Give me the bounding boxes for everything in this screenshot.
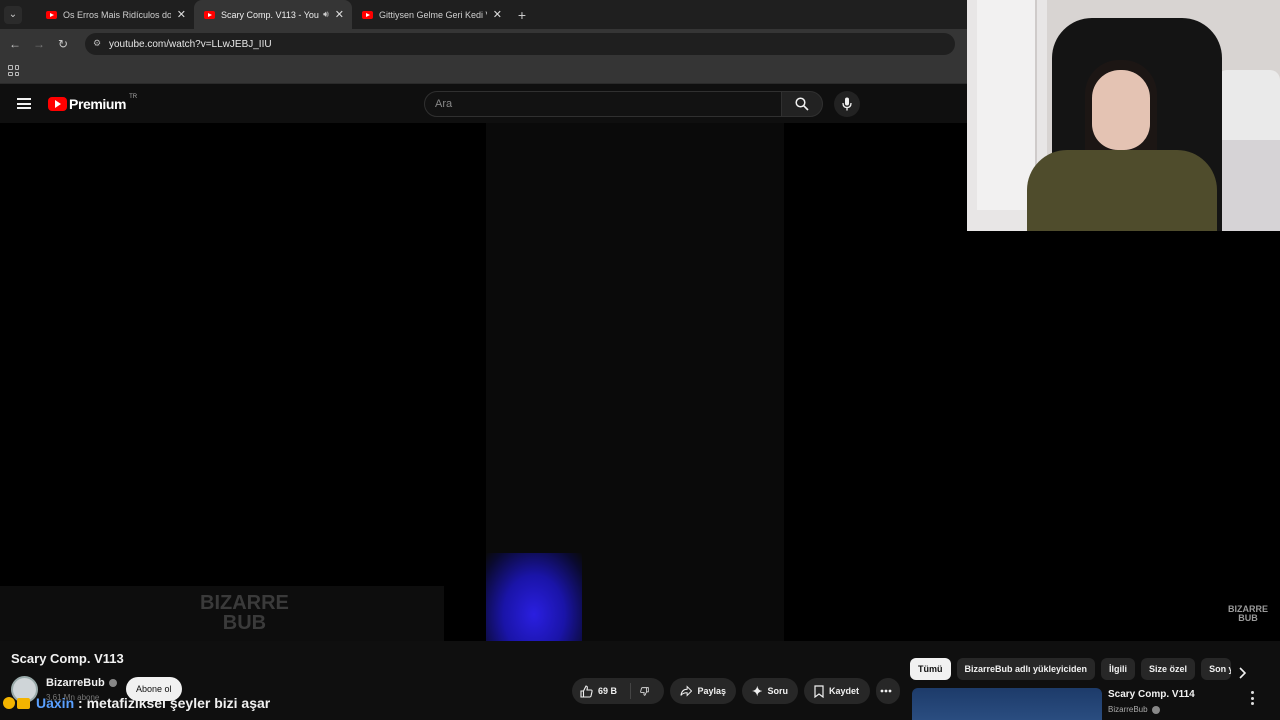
microphone-icon bbox=[842, 97, 852, 111]
share-arrow-icon bbox=[680, 685, 693, 697]
reload-icon[interactable]: ↻ bbox=[51, 37, 75, 51]
search-placeholder: Ara bbox=[435, 98, 453, 110]
exclamation-emoji-icon bbox=[3, 697, 15, 709]
bookmark-icon bbox=[814, 684, 824, 698]
chat-message-text: metafiziksel şeyler bizi aşar bbox=[86, 695, 271, 711]
like-count: 69 B bbox=[598, 686, 618, 696]
menu-hamburger-icon[interactable] bbox=[17, 98, 31, 109]
recommended-video-thumbnail[interactable] bbox=[912, 688, 1102, 720]
browser-tab-1[interactable]: Os Erros Mais Ridículos dos Tra ✕ bbox=[36, 0, 194, 29]
chat-separator: : bbox=[74, 695, 87, 711]
share-button[interactable]: Paylaş bbox=[670, 678, 736, 704]
channel-watermark-corner[interactable]: BIZARRE BUB bbox=[1228, 605, 1268, 623]
channel-watermark: BIZARRE BUB bbox=[200, 592, 289, 634]
recommendation-filter-chips: Tümü BizarreBub adlı yükleyiciden İlgili… bbox=[910, 657, 1270, 681]
browser-tab-3[interactable]: Gittiysen Gelme Geri Kedi Versi ✕ bbox=[352, 0, 510, 29]
browser-tab-2[interactable]: Scary Comp. V113 - YouTub 🔊︎ ✕ bbox=[194, 0, 352, 29]
address-bar[interactable]: ⚙ youtube.com/watch?v=LLwJEBJ_IIU bbox=[85, 33, 955, 55]
url-text: youtube.com/watch?v=LLwJEBJ_IIU bbox=[109, 38, 272, 50]
webcam-overlay bbox=[967, 0, 1280, 231]
youtube-favicon-icon bbox=[204, 10, 215, 19]
youtube-premium-logo[interactable]: Premium TR bbox=[48, 94, 138, 112]
youtube-favicon-icon bbox=[362, 10, 373, 19]
recommended-more-vertical-icon[interactable] bbox=[1246, 691, 1258, 705]
dislike-button[interactable] bbox=[630, 678, 664, 704]
chip-all[interactable]: Tümü bbox=[910, 658, 951, 680]
channel-name-text: BizarreBub bbox=[46, 677, 105, 689]
tab-close-icon[interactable]: ✕ bbox=[335, 8, 344, 21]
recommended-video-channel[interactable]: BizarreBub bbox=[1108, 705, 1160, 714]
search-button[interactable] bbox=[781, 91, 823, 117]
site-info-icon[interactable]: ⚙ bbox=[91, 38, 103, 50]
audio-playing-icon[interactable]: 🔊︎ bbox=[323, 9, 329, 20]
tab-title: Gittiysen Gelme Geri Kedi Versi bbox=[379, 9, 487, 20]
verified-badge-icon bbox=[108, 679, 117, 688]
share-label: Paylaş bbox=[697, 686, 726, 696]
chip-recent[interactable]: Son y bbox=[1201, 658, 1232, 680]
chat-username: Uaxin bbox=[36, 695, 75, 711]
thumbs-up-icon bbox=[580, 684, 593, 698]
video-title: Scary Comp. V113 bbox=[11, 651, 124, 666]
logo-text: Premium bbox=[69, 96, 127, 112]
video-blue-glow bbox=[486, 553, 582, 641]
youtube-favicon-icon bbox=[46, 10, 57, 19]
region-code: TR bbox=[129, 94, 138, 100]
chip-related[interactable]: İlgili bbox=[1101, 658, 1136, 680]
save-label: Kaydet bbox=[829, 686, 860, 696]
tab-search-icon[interactable]: ⌄ bbox=[4, 5, 22, 24]
recommended-channel-text: BizarreBub bbox=[1108, 705, 1148, 714]
thumbs-down-icon bbox=[640, 686, 649, 696]
save-button[interactable]: Kaydet bbox=[804, 678, 870, 704]
back-arrow-icon[interactable]: ← bbox=[3, 37, 27, 51]
chips-next-chevron-icon[interactable] bbox=[1232, 663, 1252, 683]
forward-arrow-icon[interactable]: → bbox=[27, 37, 51, 51]
tab-title: Scary Comp. V113 - YouTub bbox=[221, 9, 319, 20]
tab-close-icon[interactable]: ✕ bbox=[177, 8, 186, 21]
chat-overlay-message: Uaxin : metafiziksel şeyler bizi aşar bbox=[3, 695, 270, 711]
apps-grid-icon[interactable] bbox=[8, 65, 19, 76]
recommended-video-title[interactable]: Scary Comp. V114 bbox=[1108, 689, 1195, 700]
tab-title: Os Erros Mais Ridículos dos Tra bbox=[63, 9, 171, 20]
webcam-person-shirt bbox=[1027, 150, 1217, 231]
search-icon bbox=[795, 97, 809, 111]
sparkle-icon bbox=[752, 685, 763, 697]
webcam-person-face bbox=[1092, 70, 1150, 150]
more-horizontal-icon bbox=[880, 689, 891, 693]
webcam-pillow bbox=[1217, 70, 1280, 150]
ask-label: Soru bbox=[767, 686, 788, 696]
verified-badge-icon bbox=[1151, 705, 1160, 714]
more-actions-button[interactable] bbox=[876, 678, 900, 704]
chip-for-you[interactable]: Size özel bbox=[1141, 658, 1196, 680]
tab-close-icon[interactable]: ✕ bbox=[493, 8, 502, 21]
ask-button[interactable]: Soru bbox=[742, 678, 798, 704]
search-input[interactable]: Ara bbox=[424, 91, 782, 117]
new-tab-plus-icon[interactable]: + bbox=[510, 7, 534, 23]
video-details: Scary Comp. V113 BizarreBub 3,61 Mn abon… bbox=[0, 641, 1280, 720]
youtube-play-logo-icon bbox=[48, 97, 67, 111]
channel-name[interactable]: BizarreBub bbox=[46, 677, 117, 689]
chip-from-uploader[interactable]: BizarreBub adlı yükleyiciden bbox=[956, 658, 1096, 680]
voice-search-button[interactable] bbox=[834, 91, 860, 117]
chat-emoji-icon bbox=[17, 697, 30, 709]
